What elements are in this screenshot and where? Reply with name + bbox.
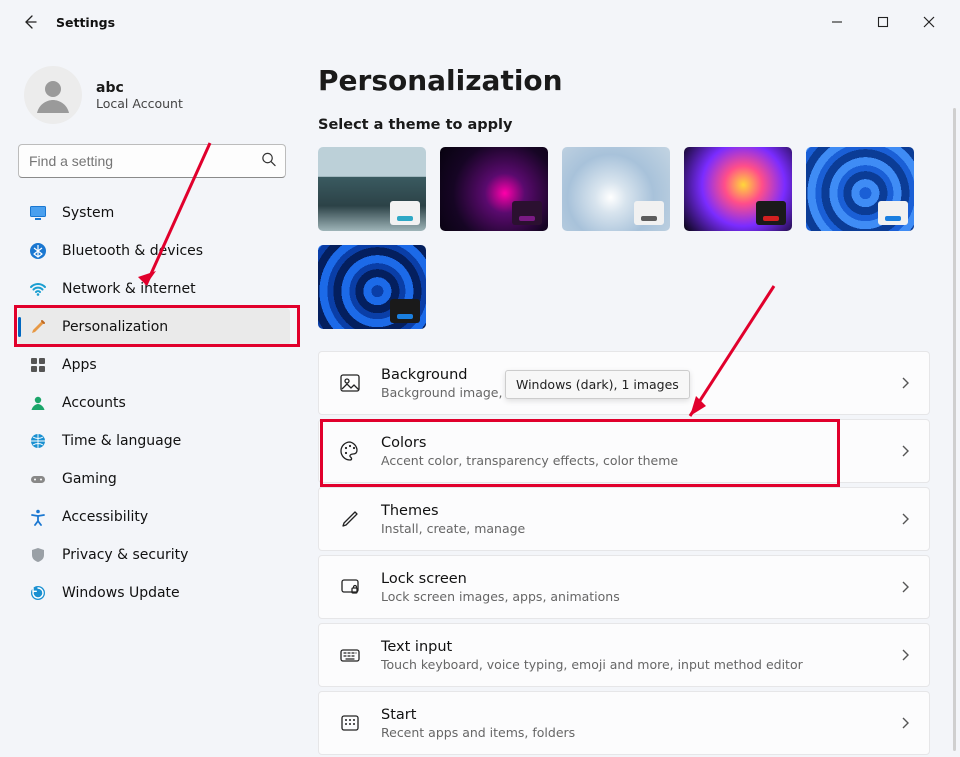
sidebar-item-label: Gaming xyxy=(62,471,117,487)
sidebar-item-system[interactable]: System xyxy=(18,194,290,232)
chevron-right-icon xyxy=(899,714,911,733)
sidebar-item-apps[interactable]: Apps xyxy=(18,346,290,384)
card-desc: Recent apps and items, folders xyxy=(381,725,881,740)
gamepad-icon xyxy=(28,469,48,489)
search-box[interactable] xyxy=(18,144,286,178)
picture-icon xyxy=(337,370,363,396)
lock-screen-icon xyxy=(337,574,363,600)
theme-tile-6[interactable] xyxy=(318,245,426,329)
globe-clock-icon xyxy=(28,431,48,451)
sidebar-item-label: Windows Update xyxy=(62,585,180,601)
sidebar-item-bluetooth[interactable]: Bluetooth & devices xyxy=(18,232,290,270)
close-button[interactable] xyxy=(906,6,952,38)
card-title: Start xyxy=(381,707,881,723)
brush-icon xyxy=(337,506,363,532)
accessibility-icon xyxy=(28,507,48,527)
person-icon xyxy=(28,393,48,413)
sidebar-item-label: System xyxy=(62,205,114,221)
sidebar-item-label: Privacy & security xyxy=(62,547,188,563)
paintbrush-icon xyxy=(28,317,48,337)
sidebar-item-accessibility[interactable]: Accessibility xyxy=(18,498,290,536)
card-start[interactable]: Start Recent apps and items, folders xyxy=(318,691,930,755)
sidebar-item-time-language[interactable]: Time & language xyxy=(18,422,290,460)
page-heading: Personalization xyxy=(318,64,938,97)
sidebar-item-label: Accounts xyxy=(62,395,126,411)
card-title: Colors xyxy=(381,435,881,451)
nav-list: System Bluetooth & devices Network & int… xyxy=(18,194,290,612)
theme-tile-1[interactable] xyxy=(318,147,426,231)
sidebar-item-windows-update[interactable]: Windows Update xyxy=(18,574,290,612)
card-text-input[interactable]: Text input Touch keyboard, voice typing,… xyxy=(318,623,930,687)
sidebar-item-accounts[interactable]: Accounts xyxy=(18,384,290,422)
sidebar-item-label: Apps xyxy=(62,357,97,373)
profile-name: abc xyxy=(96,80,183,96)
app-title: Settings xyxy=(56,15,115,30)
vertical-scrollbar[interactable] xyxy=(953,108,956,751)
avatar xyxy=(24,66,82,124)
sidebar-item-personalization[interactable]: Personalization xyxy=(18,308,290,346)
tooltip: Windows (dark), 1 images xyxy=(505,370,690,399)
card-title: Themes xyxy=(381,503,881,519)
card-desc: Install, create, manage xyxy=(381,521,881,536)
card-desc: Accent color, transparency effects, colo… xyxy=(381,453,881,468)
sidebar-item-label: Network & internet xyxy=(62,281,196,297)
chevron-right-icon xyxy=(899,374,911,393)
back-button[interactable] xyxy=(18,10,42,34)
theme-tile-4[interactable] xyxy=(684,147,792,231)
sidebar: abc Local Account System Bluetooth & dev… xyxy=(0,44,300,757)
profile-block[interactable]: abc Local Account xyxy=(18,52,290,142)
wifi-icon xyxy=(28,279,48,299)
theme-tile-3[interactable] xyxy=(562,147,670,231)
bluetooth-icon xyxy=(28,241,48,261)
sidebar-item-label: Bluetooth & devices xyxy=(62,243,203,259)
theme-tile-5[interactable] xyxy=(806,147,914,231)
sidebar-item-privacy[interactable]: Privacy & security xyxy=(18,536,290,574)
card-title: Lock screen xyxy=(381,571,881,587)
maximize-icon xyxy=(877,16,889,28)
minimize-icon xyxy=(831,16,843,28)
sidebar-item-gaming[interactable]: Gaming xyxy=(18,460,290,498)
chevron-right-icon xyxy=(899,646,911,665)
update-icon xyxy=(28,583,48,603)
card-lock-screen[interactable]: Lock screen Lock screen images, apps, an… xyxy=(318,555,930,619)
themes-heading: Select a theme to apply xyxy=(318,117,938,133)
card-desc: Lock screen images, apps, animations xyxy=(381,589,881,604)
apps-icon xyxy=(28,355,48,375)
shield-icon xyxy=(28,545,48,565)
sidebar-item-label: Time & language xyxy=(62,433,181,449)
chevron-right-icon xyxy=(899,578,911,597)
close-icon xyxy=(923,16,935,28)
palette-icon xyxy=(337,438,363,464)
search-icon xyxy=(261,152,276,171)
theme-tile-2[interactable] xyxy=(440,147,548,231)
profile-subtitle: Local Account xyxy=(96,96,183,111)
titlebar: Settings xyxy=(0,0,960,44)
monitor-icon xyxy=(28,203,48,223)
card-themes[interactable]: Themes Install, create, manage xyxy=(318,487,930,551)
arrow-left-icon xyxy=(22,14,38,30)
card-title: Text input xyxy=(381,639,881,655)
sidebar-item-network[interactable]: Network & internet xyxy=(18,270,290,308)
search-input[interactable] xyxy=(18,144,286,178)
maximize-button[interactable] xyxy=(860,6,906,38)
main-panel: Personalization Select a theme to apply … xyxy=(300,44,960,757)
chevron-right-icon xyxy=(899,442,911,461)
start-icon xyxy=(337,710,363,736)
sidebar-item-label: Personalization xyxy=(62,319,168,335)
minimize-button[interactable] xyxy=(814,6,860,38)
card-desc: Touch keyboard, voice typing, emoji and … xyxy=(381,657,881,672)
settings-card-list: Background Background image, color Color… xyxy=(318,351,938,755)
theme-grid xyxy=(318,147,938,329)
card-colors[interactable]: Colors Accent color, transparency effect… xyxy=(318,419,930,483)
chevron-right-icon xyxy=(899,510,911,529)
keyboard-icon xyxy=(337,642,363,668)
sidebar-item-label: Accessibility xyxy=(62,509,148,525)
avatar-icon xyxy=(31,73,75,117)
